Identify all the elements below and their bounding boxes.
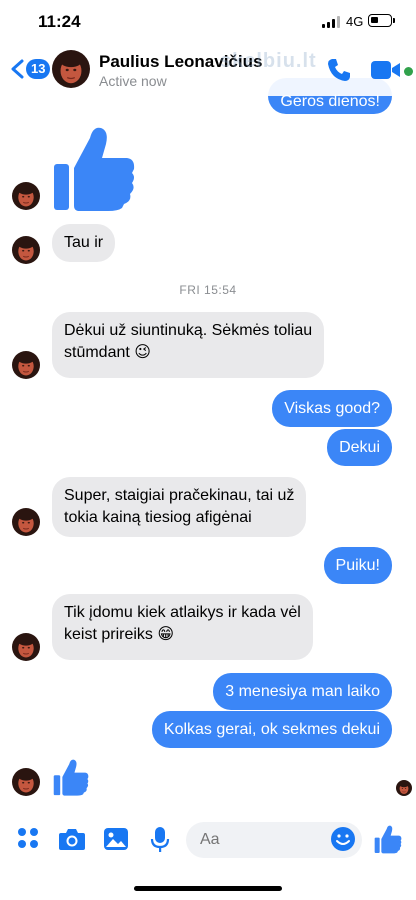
- apps-icon[interactable]: [16, 826, 40, 850]
- video-camera-icon[interactable]: [370, 59, 402, 81]
- message-bubble-incoming[interactable]: Tau ir: [52, 224, 116, 262]
- message-bubble-incoming[interactable]: Dėkui už siuntinuką. Sėkmės toliau stūmd…: [52, 312, 325, 378]
- message-bubble-outgoing[interactable]: Dekui: [327, 429, 392, 466]
- message-line: stūmdant 😉: [64, 344, 151, 361]
- signal-icon: [322, 16, 342, 28]
- like-icon[interactable]: [52, 758, 90, 796]
- message-line: Tik įdomu kiek atlaikys ir kada vėl: [64, 604, 301, 621]
- contact-avatar[interactable]: [52, 50, 90, 88]
- emoji-icon[interactable]: [330, 826, 356, 852]
- message-bubble-outgoing[interactable]: 3 menesiya man laiko: [213, 673, 392, 710]
- contact-avatar-small: [12, 768, 40, 796]
- camera-icon[interactable]: [58, 826, 86, 852]
- unread-badge: 13: [26, 59, 51, 79]
- message-timestamp: FRI 15:54: [179, 283, 237, 297]
- back-button[interactable]: 13: [6, 56, 52, 82]
- status-time: 11:24: [38, 12, 81, 31]
- composer-bar: [0, 812, 416, 868]
- like-icon[interactable]: [52, 124, 136, 212]
- message-bubble-incoming[interactable]: Super, staigiai pračekinau, tai už tokia…: [52, 477, 307, 537]
- network-type: 4G: [346, 14, 364, 29]
- battery-icon: [368, 14, 395, 27]
- contact-avatar-small: [12, 236, 40, 264]
- microphone-icon[interactable]: [150, 826, 170, 854]
- read-receipt-avatar: [396, 780, 412, 796]
- contact-avatar-small: [12, 351, 40, 379]
- chat-header: 13 Paulius Leonavičius Active now skelbi…: [0, 44, 416, 96]
- message-bubble-incoming[interactable]: Tik įdomu kiek atlaikys ir kada vėl keis…: [52, 594, 313, 660]
- contact-avatar-small: [12, 508, 40, 536]
- message-line: Dėkui už siuntinuką. Sėkmės toliau: [64, 322, 313, 339]
- message-line: Super, staigiai pračekinau, tai už: [64, 487, 295, 504]
- home-indicator: [134, 886, 282, 891]
- message-line: keist prireiks 😁: [64, 626, 175, 643]
- message-bubble-outgoing[interactable]: Kolkas gerai, ok sekmes dekui: [151, 711, 392, 748]
- online-indicator: [404, 67, 413, 76]
- message-bubble-outgoing[interactable]: Viskas good?: [272, 390, 392, 427]
- status-bar: 11:24 4G: [0, 0, 416, 44]
- contact-name[interactable]: Paulius Leonavičius: [99, 52, 262, 72]
- contact-avatar-small: [12, 182, 40, 210]
- contact-avatar-small: [12, 633, 40, 661]
- contact-status: Active now: [99, 73, 167, 89]
- message-bubble-outgoing[interactable]: Puiku!: [323, 547, 392, 584]
- gallery-icon[interactable]: [103, 826, 129, 852]
- like-icon[interactable]: [374, 824, 402, 854]
- phone-icon[interactable]: [326, 57, 352, 83]
- message-line: tokia kainą tiesiog afigėnai: [64, 509, 252, 526]
